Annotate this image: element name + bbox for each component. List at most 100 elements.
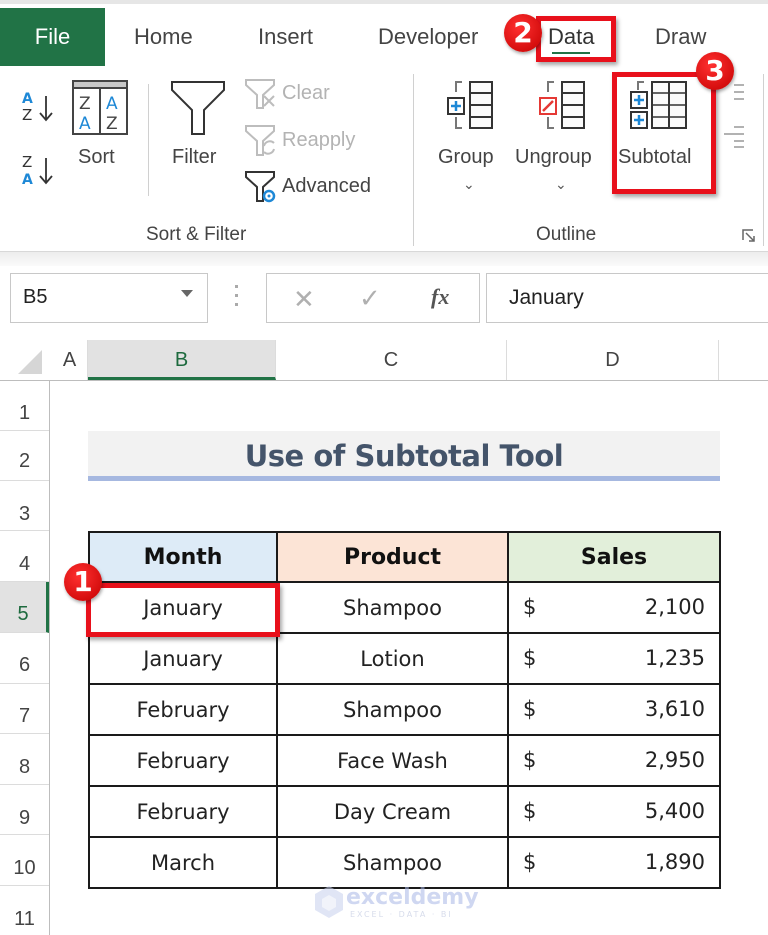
tab-insert[interactable]: Insert <box>258 8 313 66</box>
group-chevron-down-icon[interactable]: ⌄ <box>463 176 475 193</box>
row-header-11[interactable]: 11 <box>0 886 49 935</box>
group-label: Group <box>438 146 494 168</box>
reapply-label: Reapply <box>282 129 356 151</box>
header-product[interactable]: Product <box>276 531 509 583</box>
advanced-label: Advanced <box>282 175 371 197</box>
clear-filter-button[interactable] <box>244 78 278 110</box>
product-cell[interactable]: Face Wash <box>276 734 509 787</box>
filter-button[interactable] <box>170 80 226 136</box>
ungroup-icon <box>539 81 585 129</box>
group-button[interactable] <box>446 80 496 130</box>
month-cell[interactable]: February <box>88 734 278 787</box>
product-cell[interactable]: Lotion <box>276 632 509 685</box>
sales-cell[interactable]: $3,610 <box>507 683 721 736</box>
callout-badge-1: 1 <box>64 563 102 601</box>
sort-dialog-icon: Z A A Z <box>72 80 128 135</box>
currency-symbol: $ <box>523 697 537 721</box>
clear-label: Clear <box>282 82 330 104</box>
sales-cell[interactable]: $2,950 <box>507 734 721 787</box>
row-header-6[interactable]: 6 <box>0 633 49 684</box>
formula-bar-splitter[interactable] <box>235 285 238 309</box>
sort-ascending-button[interactable]: A Z <box>20 88 56 126</box>
sheet-title-cell[interactable]: Use of Subtotal Tool <box>88 431 720 481</box>
sales-cell[interactable]: $1,235 <box>507 632 721 685</box>
tab-developer[interactable]: Developer <box>378 8 478 66</box>
sales-amount: 1,235 <box>644 646 705 670</box>
product-cell[interactable]: Shampoo <box>276 683 509 736</box>
month-cell[interactable]: February <box>88 683 278 736</box>
insert-function-icon[interactable]: fx <box>431 284 449 310</box>
month-cell[interactable]: February <box>88 785 278 838</box>
row-header-7[interactable]: 7 <box>0 684 49 734</box>
exceldemy-watermark: exceldemy EXCEL · DATA · BI <box>312 883 479 923</box>
tab-file[interactable]: File <box>0 8 105 68</box>
sheet-title: Use of Subtotal Tool <box>244 439 564 473</box>
table-row: January Lotion $1,235 <box>88 632 721 685</box>
row-header-1[interactable]: 1 <box>0 381 49 431</box>
ribbon-group-divider <box>413 74 414 246</box>
sales-cell[interactable]: $1,890 <box>507 836 721 889</box>
month-cell[interactable]: March <box>88 836 278 889</box>
reapply-button[interactable] <box>244 124 278 158</box>
svg-text:A: A <box>22 91 33 107</box>
sort-z-to-a-icon: Z A <box>22 153 53 188</box>
column-header-c[interactable]: C <box>276 340 507 380</box>
callout-box-subtotal <box>612 72 716 194</box>
row-header-9[interactable]: 9 <box>0 785 49 835</box>
column-header-a[interactable]: A <box>52 340 88 380</box>
table-row: February Day Cream $5,400 <box>88 785 721 838</box>
reapply-filter-icon <box>245 125 275 156</box>
header-month[interactable]: Month <box>88 531 278 583</box>
tab-draw[interactable]: Draw <box>655 8 706 66</box>
formula-input[interactable]: January <box>486 273 768 323</box>
svg-text:Z: Z <box>79 94 91 114</box>
sort-filter-group-label: Sort & Filter <box>146 224 247 245</box>
row-header-10[interactable]: 10 <box>0 835 49 886</box>
row-header-2[interactable]: 2 <box>0 431 49 481</box>
select-all-corner[interactable] <box>18 350 42 374</box>
sales-amount: 5,400 <box>644 799 705 823</box>
name-box[interactable]: B5 <box>10 273 208 323</box>
currency-symbol: $ <box>523 595 537 619</box>
sales-amount: 1,890 <box>644 850 705 874</box>
row-header-4[interactable]: 4 <box>0 531 49 582</box>
outline-dialog-launcher[interactable] <box>741 228 757 244</box>
column-header-d[interactable]: D <box>507 340 719 380</box>
cancel-icon[interactable]: ✕ <box>293 284 315 315</box>
sort-descending-button[interactable]: Z A <box>20 150 56 188</box>
ungroup-chevron-down-icon[interactable]: ⌄ <box>555 176 567 193</box>
hide-detail-button[interactable] <box>722 124 746 150</box>
row-header-8[interactable]: 8 <box>0 734 49 785</box>
formula-buttons: ✕ ✓ fx <box>266 273 480 323</box>
column-headers: A B C D <box>0 340 768 381</box>
show-detail-button[interactable] <box>726 82 746 104</box>
hide-detail-icon <box>724 126 744 148</box>
row-header-5[interactable]: 5 <box>0 582 49 633</box>
sort-button[interactable]: Z A A Z <box>72 80 128 136</box>
header-sales[interactable]: Sales <box>507 531 721 583</box>
ungroup-button[interactable] <box>538 80 588 130</box>
callout-badge-3: 3 <box>696 52 734 90</box>
tab-home[interactable]: Home <box>134 8 193 66</box>
funnel-icon <box>171 81 225 135</box>
product-cell[interactable]: Shampoo <box>276 581 509 634</box>
dialog-launcher-icon <box>742 229 755 242</box>
column-header-b[interactable]: B <box>88 340 276 380</box>
clear-filter-icon <box>245 79 275 109</box>
sales-cell[interactable]: $5,400 <box>507 785 721 838</box>
month-cell[interactable]: January <box>88 632 278 685</box>
sales-cell[interactable]: $2,100 <box>507 581 721 634</box>
product-cell[interactable]: Shampoo <box>276 836 509 889</box>
group-icon <box>447 81 493 129</box>
sales-amount: 3,610 <box>644 697 705 721</box>
enter-check-icon[interactable]: ✓ <box>359 283 381 314</box>
row-headers: 1 2 3 4 5 6 7 8 9 10 11 <box>0 381 50 935</box>
name-box-dropdown-icon[interactable] <box>181 290 193 297</box>
advanced-filter-button[interactable] <box>244 170 278 204</box>
svg-text:Z: Z <box>22 153 32 171</box>
row-header-3[interactable]: 3 <box>0 481 49 531</box>
table-row: March Shampoo $1,890 <box>88 836 721 889</box>
product-cell[interactable]: Day Cream <box>276 785 509 838</box>
currency-symbol: $ <box>523 799 537 823</box>
watermark-tagline: EXCEL · DATA · BI <box>350 910 453 919</box>
